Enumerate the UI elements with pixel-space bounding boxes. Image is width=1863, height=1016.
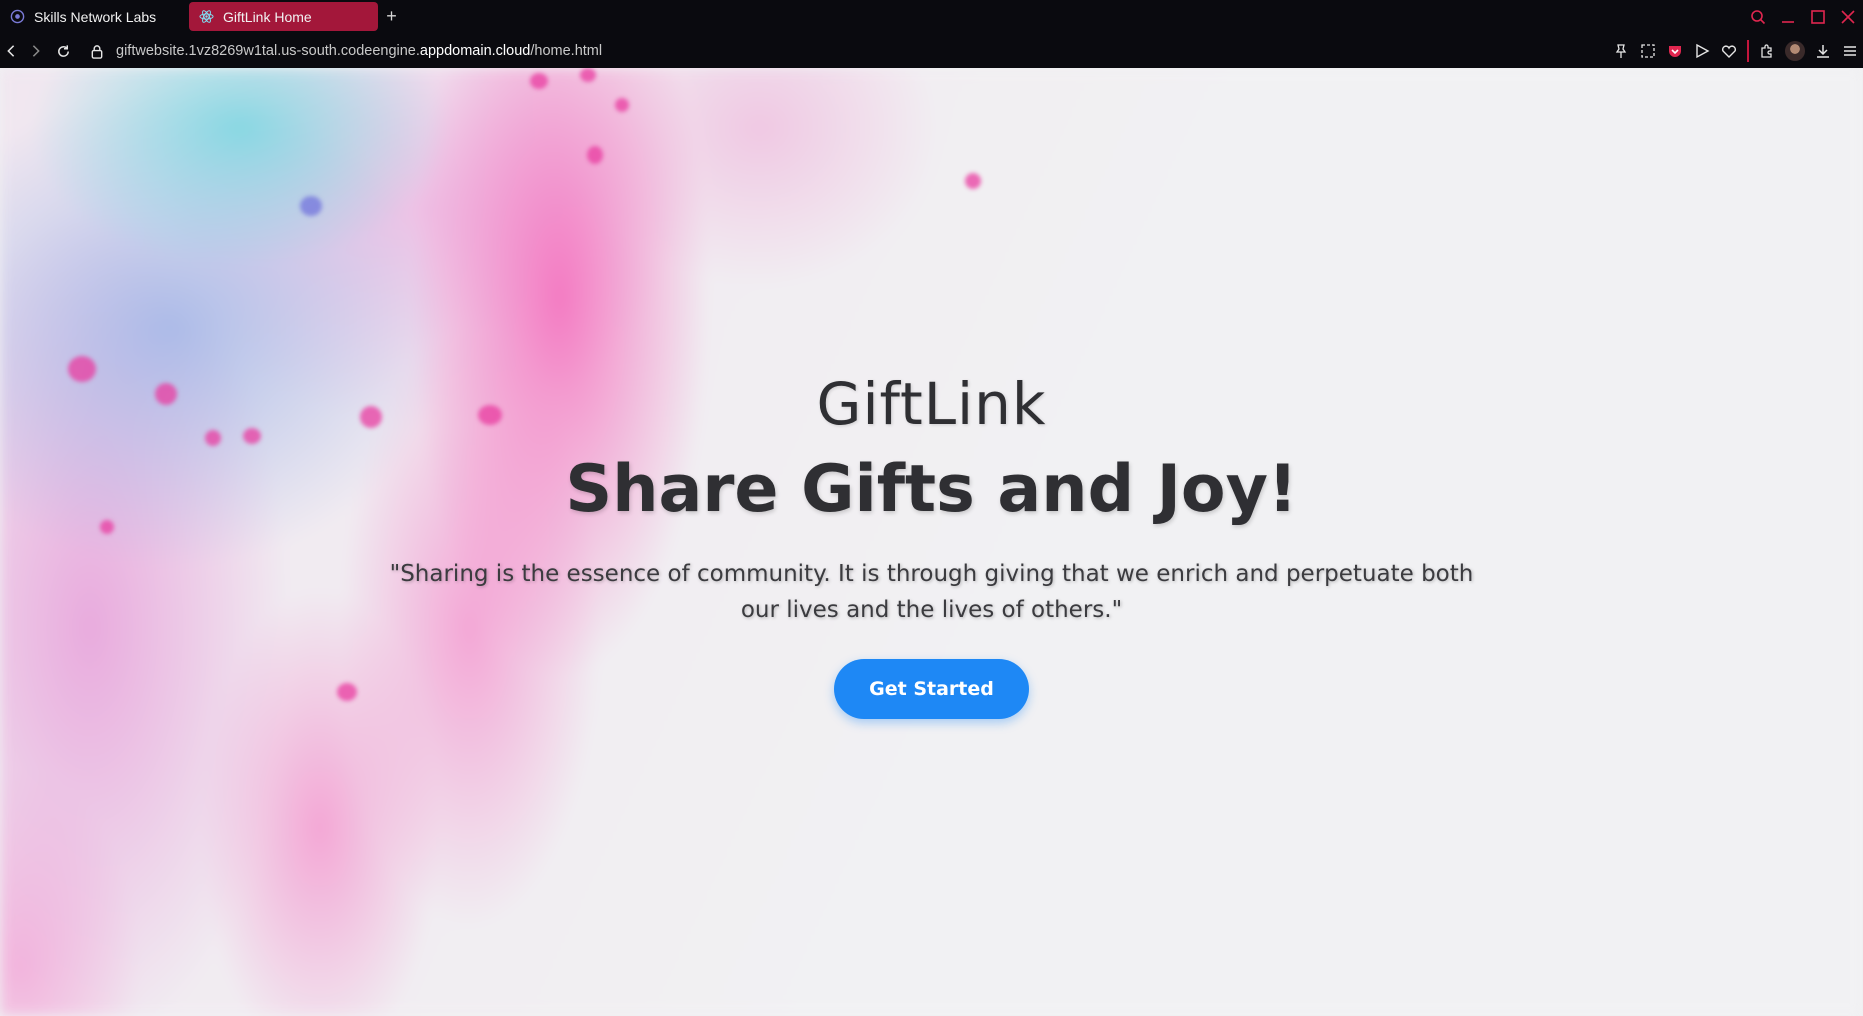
close-icon[interactable] [1839, 8, 1857, 26]
tab-label: Skills Network Labs [34, 8, 157, 25]
hero-section: GiftLink Share Gifts and Joy! "Sharing i… [0, 68, 1863, 1016]
quote-text: "Sharing is the essence of community. It… [389, 561, 1474, 623]
send-icon[interactable] [1693, 42, 1711, 60]
url-path: /home.html [530, 43, 603, 59]
search-icon[interactable] [1749, 8, 1767, 26]
get-started-button[interactable]: Get Started [834, 659, 1029, 719]
forward-icon[interactable] [26, 41, 46, 61]
extensions-icon[interactable] [1758, 42, 1776, 60]
browser-toolbar [1612, 39, 1859, 63]
headline: Share Gifts and Joy! [565, 452, 1298, 527]
screenshot-icon[interactable] [1639, 42, 1657, 60]
maximize-icon[interactable] [1809, 8, 1827, 26]
address-bar: giftwebsite.1vz8269w1tal.us-south.codeen… [0, 33, 1863, 68]
page-viewport: GiftLink Share Gifts and Joy! "Sharing i… [0, 68, 1863, 1016]
download-icon[interactable] [1814, 42, 1832, 60]
react-icon [199, 9, 214, 24]
window-controls [1749, 0, 1863, 33]
reload-icon[interactable] [53, 41, 73, 61]
pocket-icon[interactable] [1666, 42, 1684, 60]
minimize-icon[interactable] [1779, 8, 1797, 26]
brand-title: GiftLink [816, 370, 1047, 438]
url-prefix: giftwebsite.1vz8269w1tal.us-south.codeen… [116, 43, 420, 59]
back-icon[interactable] [1, 41, 21, 61]
skills-network-icon [10, 9, 25, 24]
tab-skills-network-labs[interactable]: Skills Network Labs [0, 2, 182, 31]
lock-icon[interactable] [87, 41, 107, 61]
tab-strip: Skills Network Labs GiftLink Home + [0, 0, 1863, 33]
url-field[interactable]: giftwebsite.1vz8269w1tal.us-south.codeen… [116, 41, 602, 61]
tab-label: GiftLink Home [223, 8, 312, 25]
tab-giftlink-home[interactable]: GiftLink Home [189, 2, 378, 31]
pin-icon[interactable] [1612, 42, 1630, 60]
profile-avatar[interactable] [1785, 41, 1805, 61]
new-tab-button[interactable]: + [382, 7, 401, 26]
url-domain: appdomain.cloud [419, 43, 531, 59]
menu-icon[interactable] [1841, 42, 1859, 60]
heart-icon[interactable] [1720, 42, 1738, 60]
toolbar-separator [1747, 40, 1749, 62]
